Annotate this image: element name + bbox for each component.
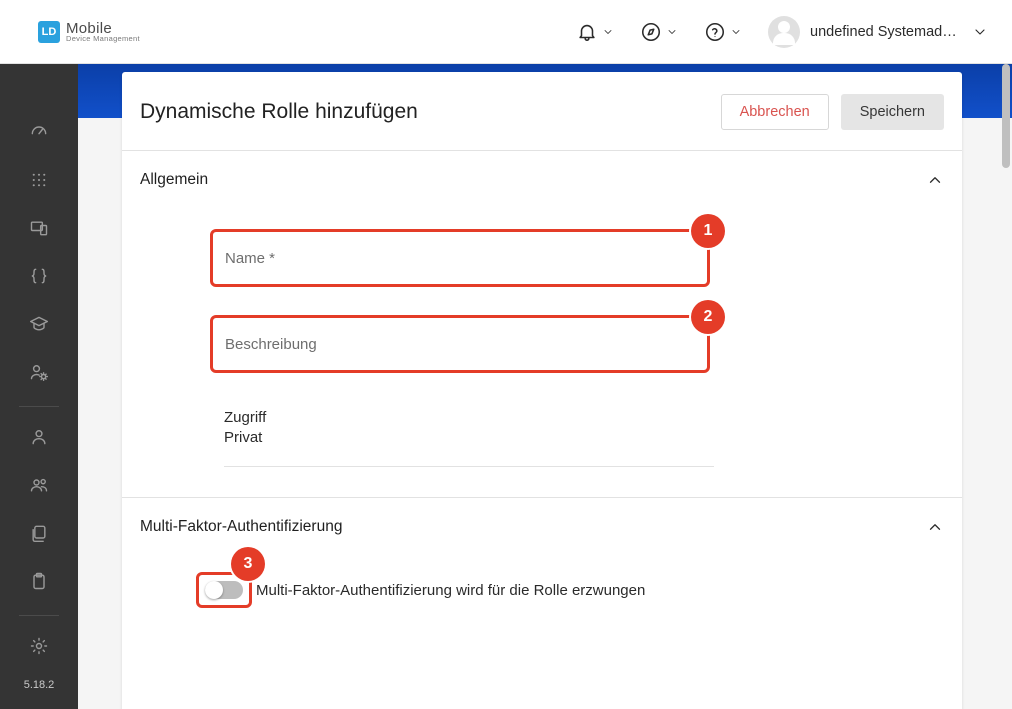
nav-dashboard[interactable] <box>19 112 59 152</box>
graduation-icon <box>29 314 49 334</box>
section-mfa-title: Multi-Faktor-Authentifizierung <box>140 518 342 536</box>
clipboard-stack-icon <box>29 523 49 543</box>
nav-settings[interactable] <box>19 626 59 666</box>
grid-icon <box>30 171 48 189</box>
section-general: Allgemein Name * 1 Beschreibung 2 Zugrif… <box>122 151 962 498</box>
name-label: Name * <box>225 250 275 267</box>
description-field[interactable]: Beschreibung 2 <box>210 315 710 373</box>
compass-icon <box>640 21 662 43</box>
nav-apps[interactable] <box>19 160 59 200</box>
devices-icon <box>29 218 49 238</box>
nav-academy[interactable] <box>19 304 59 344</box>
chevron-down-icon <box>602 26 614 38</box>
logo-text: Mobile Device Management <box>66 21 140 43</box>
activity-button[interactable] <box>640 21 678 43</box>
person-icon <box>29 427 49 447</box>
gear-icon <box>29 636 49 656</box>
section-mfa-body: 3 Multi-Faktor-Authentifizierung wird fü… <box>122 550 962 638</box>
toggle-knob <box>205 581 223 599</box>
chevron-up-icon <box>926 518 944 536</box>
notifications-button[interactable] <box>576 21 614 43</box>
access-block: Zugriff Privat <box>224 409 714 467</box>
app-logo: LD Mobile Device Management <box>38 21 140 43</box>
people-icon <box>29 475 49 495</box>
clipboard-icon <box>29 571 49 591</box>
top-header: LD Mobile Device Management undefined Sy… <box>0 0 1012 64</box>
save-button[interactable]: Speichern <box>841 94 944 130</box>
logo-line2: Device Management <box>66 35 140 43</box>
nav-clipboard-2[interactable] <box>19 561 59 601</box>
user-name: undefined Systemadmi… <box>810 24 962 40</box>
section-general-title: Allgemein <box>140 171 208 189</box>
user-menu[interactable]: undefined Systemadmi… <box>768 16 988 48</box>
description-label: Beschreibung <box>225 336 317 353</box>
bell-icon <box>576 21 598 43</box>
header-actions: undefined Systemadmi… <box>576 16 988 48</box>
chevron-down-icon <box>666 26 678 38</box>
nav-separator <box>19 615 59 616</box>
content-stage: Dynamische Rolle hinzufügen Abbrechen Sp… <box>78 64 1012 709</box>
dialog-actions: Abbrechen Speichern <box>721 94 944 130</box>
avatar <box>768 16 800 48</box>
callout-1: 1 <box>691 214 725 248</box>
chevron-down-icon <box>730 26 742 38</box>
callout-3: 3 <box>231 547 265 581</box>
nav-devices[interactable] <box>19 208 59 248</box>
dialog-card: Dynamische Rolle hinzufügen Abbrechen Sp… <box>122 72 962 709</box>
logo-badge: LD <box>38 21 60 43</box>
help-button[interactable] <box>704 21 742 43</box>
chevron-down-icon <box>972 24 988 40</box>
page-scrollbar[interactable] <box>1000 64 1012 709</box>
access-label: Zugriff <box>224 409 714 426</box>
section-mfa-header[interactable]: Multi-Faktor-Authentifizierung <box>122 498 962 550</box>
callout-2: 2 <box>691 300 725 334</box>
mfa-toggle-callout: 3 <box>196 572 252 608</box>
nav-groups[interactable] <box>19 465 59 505</box>
nav-separator <box>19 406 59 407</box>
user-gear-icon <box>29 362 49 382</box>
app-version: 5.18.2 <box>24 679 55 691</box>
nav-policies[interactable] <box>19 256 59 296</box>
nav-rail: 5.18.2 <box>0 64 78 709</box>
section-general-body: Name * 1 Beschreibung 2 Zugriff Privat <box>122 203 962 497</box>
mfa-toggle[interactable] <box>205 581 243 599</box>
name-field[interactable]: Name * 1 <box>210 229 710 287</box>
dialog-header: Dynamische Rolle hinzufügen Abbrechen Sp… <box>122 72 962 151</box>
nav-clipboard[interactable] <box>19 513 59 553</box>
mfa-toggle-label: Multi-Faktor-Authentifizierung wird für … <box>256 582 645 599</box>
gauge-icon <box>29 122 49 142</box>
braces-icon <box>29 266 49 286</box>
page-title: Dynamische Rolle hinzufügen <box>140 100 418 124</box>
access-value: Privat <box>224 429 714 446</box>
nav-person[interactable] <box>19 417 59 457</box>
chevron-up-icon <box>926 171 944 189</box>
section-general-header[interactable]: Allgemein <box>122 151 962 203</box>
help-icon <box>704 21 726 43</box>
cancel-button[interactable]: Abbrechen <box>721 94 829 130</box>
scrollbar-thumb[interactable] <box>1002 64 1010 168</box>
section-mfa: Multi-Faktor-Authentifizierung 3 Multi-F… <box>122 498 962 638</box>
nav-user-settings[interactable] <box>19 352 59 392</box>
